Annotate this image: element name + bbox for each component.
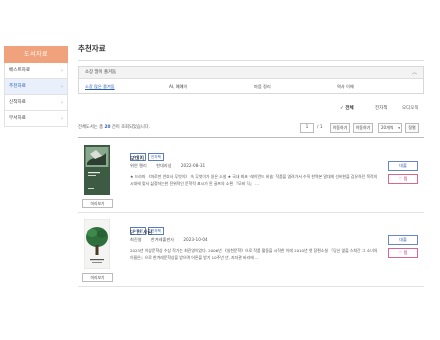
filter-option[interactable]: 소장 많은 즐겨둠 xyxy=(85,79,115,94)
format-tab-audiobook[interactable]: 오디오북 xyxy=(402,102,419,116)
like-button[interactable]: ♡ 찜 xyxy=(388,248,418,258)
book-cover[interactable] xyxy=(84,219,110,269)
format-tab-all[interactable]: ✓ 전체 xyxy=(340,102,354,116)
book-meta: 위연 캘리 현대지성 2022-08-31 xyxy=(130,163,213,169)
like-button[interactable]: ♡ 찜 xyxy=(388,174,418,184)
filter-header-label: 소장 많이 즐겨둠 xyxy=(85,70,117,75)
like-label: 찜 xyxy=(403,176,408,181)
chevron-up-icon[interactable]: ︿ xyxy=(412,67,417,79)
page-title: 추천자료 xyxy=(78,44,106,53)
preview-button[interactable]: 미리보기 xyxy=(82,199,113,208)
book-meta: 최진영 한겨레출판사 2023-10-04 xyxy=(130,237,216,243)
book-cover[interactable] xyxy=(84,145,110,195)
chevron-right-icon: › xyxy=(61,116,63,122)
filter-header[interactable]: 소장 많이 즐겨둠 ︿ xyxy=(79,67,423,79)
book-title[interactable]: 모데지 xyxy=(130,155,144,162)
sidebar-item-label: 부서자료 xyxy=(9,116,26,121)
title-divider xyxy=(78,60,424,61)
filter-panel: 소장 많이 즐겨둠 ︿ 소장 많은 즐겨둠 AI, 예예이 마음 정리 역사 이… xyxy=(78,66,424,94)
format-tabs: ✓ 전체 전자책 오디오북 xyxy=(78,102,424,116)
chevron-right-icon: › xyxy=(61,100,63,106)
filter-option[interactable]: 마음 정리 xyxy=(254,79,271,94)
book-item: 미리보기 소장본 전자책 단 한 사람 최진영 한겨레출판사 2023-10-04… xyxy=(78,215,424,287)
sidebar-item-label: 추천자료 xyxy=(9,84,26,89)
sidebar-item-department[interactable]: 부서자료 › xyxy=(4,111,68,127)
book-description: 2023년 이상문학상 수상 작가는 최진영이었다. 2006년 《실천문학》으… xyxy=(130,248,378,260)
main-content: 추천자료 소장 많이 즐겨둠 ︿ 소장 많은 즐겨둠 AI, 예예이 마음 정리… xyxy=(78,42,424,287)
book-date: 2023-10-04 xyxy=(183,237,208,242)
format-tab-ebook[interactable]: 전자책 xyxy=(375,102,387,116)
filter-option[interactable]: AI, 예예이 xyxy=(169,79,187,94)
count-prefix: 전체도서는 총 xyxy=(78,125,105,130)
chevron-right-icon: › xyxy=(61,84,63,90)
book-publisher: 현대지성 xyxy=(156,163,172,168)
filter-options: 소장 많은 즐겨둠 AI, 예예이 마음 정리 역사 이해 xyxy=(79,79,423,94)
preview-button[interactable]: 미리보기 xyxy=(82,273,113,282)
chevron-right-icon: › xyxy=(61,68,63,74)
per-page-select[interactable]: 20개씩 ▾ xyxy=(378,123,402,133)
loan-button[interactable]: 대출 xyxy=(388,235,418,245)
loan-button[interactable]: 대출 xyxy=(388,161,418,171)
filter-option[interactable]: 역사 이해 xyxy=(337,79,354,94)
per-page-value: 20개씩 xyxy=(381,125,394,130)
book-item: 미리보기 소장본 전자책 모데지 위연 캘리 현대지성 2022-08-31 ★ … xyxy=(78,141,424,213)
sidebar-item-new[interactable]: 신착자료 › xyxy=(4,95,68,111)
move-button[interactable]: 이동하기 xyxy=(330,123,350,133)
badge-ebook: 전자책 xyxy=(147,153,164,161)
like-label: 찜 xyxy=(403,250,408,255)
book-date: 2022-08-31 xyxy=(180,163,206,168)
count-suffix: 건이 조회되었습니다. xyxy=(110,125,151,130)
page-total: / 1 xyxy=(317,125,323,130)
sidebar-title: 도서자료 xyxy=(4,46,68,63)
heart-icon: ♡ xyxy=(398,250,403,255)
chevron-down-icon: ▾ xyxy=(398,126,400,130)
results-toolbar: 전체도서는 총 20 건이 조회되었습니다. 1 / 1 이동하기 이동하기 2… xyxy=(78,122,424,134)
sidebar-item-bestseller[interactable]: 베스트자료 › xyxy=(4,63,68,79)
sidebar-item-label: 베스트자료 xyxy=(9,68,31,73)
sidebar: 도서자료 베스트자료 › 추천자료 › 신착자료 › 부서자료 › xyxy=(4,46,68,127)
sidebar-item-recommended[interactable]: 추천자료 › xyxy=(4,79,68,95)
sort-button[interactable]: 정렬 xyxy=(405,123,419,133)
book-author: 최진영 xyxy=(130,237,142,242)
book-title[interactable]: 단 한 사람 xyxy=(130,229,152,236)
format-tab-label: 전체 xyxy=(345,106,354,111)
move-button-2[interactable]: 이동하기 xyxy=(353,123,373,133)
list-divider xyxy=(78,137,424,138)
result-count: 전체도서는 총 20 건이 조회되었습니다. xyxy=(78,125,150,130)
book-author: 위연 캘리 xyxy=(130,163,147,168)
book-description: ★ 드라마 《마로만 연호사 무엇이》 속 무엇이가 읽은 소설 ★ 국내 최초… xyxy=(130,174,378,186)
sidebar-item-label: 신착자료 xyxy=(9,100,26,105)
page-input[interactable]: 1 xyxy=(300,123,314,133)
heart-icon: ♡ xyxy=(398,176,403,181)
book-publisher: 한겨레출판사 xyxy=(150,237,175,242)
